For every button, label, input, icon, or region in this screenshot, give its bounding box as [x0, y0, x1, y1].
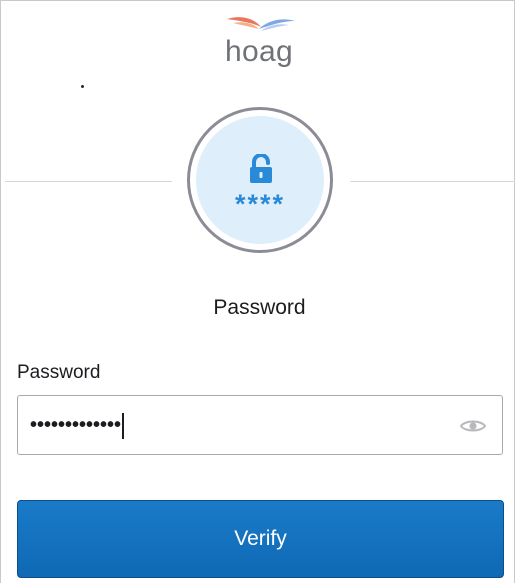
hoag-logo-text: hoag — [225, 35, 293, 68]
factor-beacon: **** — [196, 116, 324, 244]
unlocked-padlock-icon — [250, 154, 272, 183]
password-label: Password — [17, 362, 101, 383]
verify-button[interactable]: Verify — [17, 500, 504, 578]
sign-in-widget: hoag **** Password Password ••••••••••••… — [0, 0, 515, 583]
header-divider-right — [350, 181, 515, 182]
password-dots: ••••••••••••• — [30, 414, 122, 436]
text-caret — [122, 412, 125, 439]
password-input-value[interactable]: ••••••••••••• — [30, 412, 125, 439]
eye-icon[interactable] — [460, 418, 486, 434]
hoag-logo: hoag — [221, 13, 301, 68]
header-divider-left — [5, 181, 172, 182]
page-title: Password — [213, 296, 306, 319]
stray-dot — [81, 85, 84, 88]
password-factor-badge: **** — [187, 107, 333, 253]
hoag-wing-logo-icon — [227, 17, 295, 31]
masked-password-glyphs: **** — [234, 189, 286, 219]
password-input[interactable]: ••••••••••••• — [17, 395, 503, 455]
